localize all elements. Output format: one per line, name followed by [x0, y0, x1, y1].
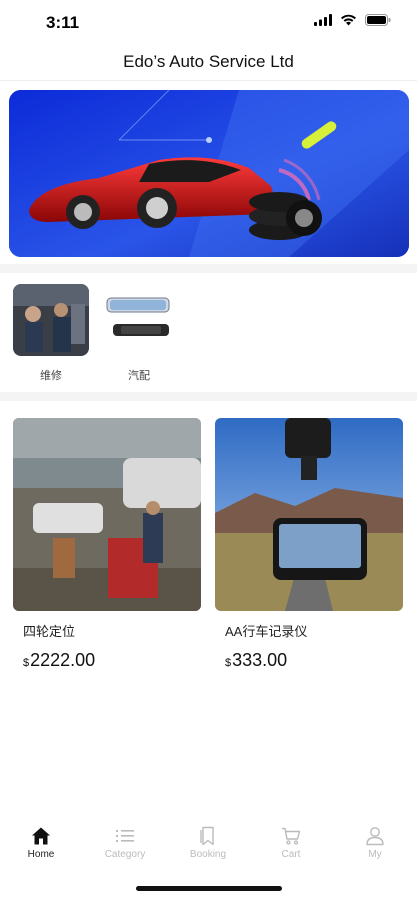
list-icon: [116, 830, 134, 842]
section-divider: [0, 392, 417, 401]
bookmark-icon: [200, 826, 214, 846]
price-value: 2222.00: [30, 650, 96, 670]
tab-label: Home: [27, 849, 55, 860]
status-icons: [314, 14, 391, 26]
category-label: 维修: [40, 370, 62, 382]
home-indicator: [136, 886, 282, 891]
category-repair[interactable]: 维修: [12, 284, 90, 383]
home-icon: [32, 827, 50, 845]
parts-image: [101, 284, 177, 356]
tab-label: Category: [104, 849, 146, 860]
category-label: 汽配: [128, 370, 150, 382]
price-value: 333.00: [232, 650, 288, 670]
cart-icon: [282, 827, 301, 845]
product-image: [215, 418, 403, 611]
product-card[interactable]: 四轮定位 $2222.00: [13, 418, 201, 671]
tab-home[interactable]: Home: [6, 826, 76, 860]
currency-symbol: $: [23, 657, 30, 669]
repair-image: [13, 284, 89, 356]
banner-image: [9, 90, 409, 257]
wifi-icon: [341, 14, 356, 26]
status-time: 3:11: [46, 13, 80, 32]
tab-label: Booking: [189, 849, 227, 860]
currency-symbol: $: [225, 657, 232, 669]
product-name: 四轮定位: [23, 624, 76, 639]
user-icon: [366, 827, 384, 846]
tab-label: My: [368, 849, 382, 860]
battery-icon: [365, 14, 391, 26]
header-divider: [0, 80, 417, 81]
product-name: AA行车记录仪: [225, 624, 308, 639]
category-parts[interactable]: 汽配: [100, 284, 178, 383]
section-divider: [0, 264, 417, 273]
promo-banner[interactable]: [9, 90, 409, 257]
tab-bar: Home Category Booking Cart My: [0, 826, 417, 876]
signal-icon: [314, 14, 332, 26]
tab-label: Cart: [281, 849, 301, 860]
status-bar: 3:11: [0, 0, 417, 44]
tab-category[interactable]: Category: [90, 826, 160, 860]
product-card[interactable]: AA行车记录仪 $333.00: [215, 418, 403, 671]
tab-booking[interactable]: Booking: [173, 826, 243, 860]
tab-cart[interactable]: Cart: [256, 826, 326, 860]
product-image: [13, 418, 201, 611]
tab-my[interactable]: My: [340, 826, 410, 860]
product-price: $333.00: [225, 650, 403, 671]
page-title: Edo’s Auto Service Ltd: [123, 52, 294, 71]
product-price: $2222.00: [23, 650, 201, 671]
